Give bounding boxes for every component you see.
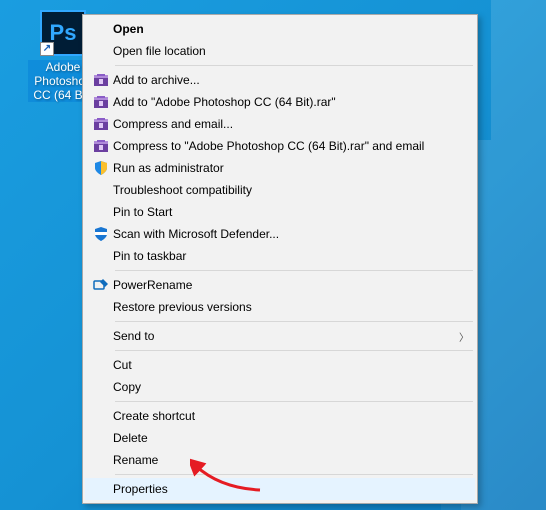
menu-cut[interactable]: Cut bbox=[85, 354, 475, 376]
menu-label: Troubleshoot compatibility bbox=[113, 183, 469, 197]
menu-label: Send to bbox=[113, 329, 459, 343]
winrar-icon bbox=[89, 116, 113, 132]
empty-icon bbox=[89, 379, 113, 395]
menu-label: Copy bbox=[113, 380, 469, 394]
empty-icon bbox=[89, 299, 113, 315]
menu-add-to-named-rar[interactable]: Add to "Adobe Photoshop CC (64 Bit).rar" bbox=[85, 91, 475, 113]
menu-separator bbox=[115, 350, 473, 351]
menu-add-to-archive[interactable]: Add to archive... bbox=[85, 69, 475, 91]
menu-label: Scan with Microsoft Defender... bbox=[113, 227, 469, 241]
menu-power-rename[interactable]: PowerRename bbox=[85, 274, 475, 296]
photoshop-icon: Ps ↗ bbox=[40, 10, 86, 56]
empty-icon bbox=[89, 430, 113, 446]
powerrename-icon bbox=[89, 277, 113, 293]
menu-label: Run as administrator bbox=[113, 161, 469, 175]
winrar-icon bbox=[89, 138, 113, 154]
defender-icon bbox=[89, 226, 113, 242]
menu-compress-named-email[interactable]: Compress to "Adobe Photoshop CC (64 Bit)… bbox=[85, 135, 475, 157]
menu-pin-to-start[interactable]: Pin to Start bbox=[85, 201, 475, 223]
menu-label: Restore previous versions bbox=[113, 300, 469, 314]
menu-label: Add to "Adobe Photoshop CC (64 Bit).rar" bbox=[113, 95, 469, 109]
empty-icon bbox=[89, 452, 113, 468]
empty-icon bbox=[89, 182, 113, 198]
empty-icon bbox=[89, 328, 113, 344]
menu-send-to[interactable]: Send to 〉 bbox=[85, 325, 475, 347]
menu-label: Cut bbox=[113, 358, 469, 372]
menu-pin-to-taskbar[interactable]: Pin to taskbar bbox=[85, 245, 475, 267]
menu-scan-defender[interactable]: Scan with Microsoft Defender... bbox=[85, 223, 475, 245]
shield-icon bbox=[89, 160, 113, 176]
menu-compress-email[interactable]: Compress and email... bbox=[85, 113, 475, 135]
menu-label: PowerRename bbox=[113, 278, 469, 292]
empty-icon bbox=[89, 357, 113, 373]
menu-separator bbox=[115, 65, 473, 66]
empty-icon bbox=[89, 204, 113, 220]
menu-rename[interactable]: Rename bbox=[85, 449, 475, 471]
menu-label: Compress to "Adobe Photoshop CC (64 Bit)… bbox=[113, 139, 469, 153]
menu-restore-previous-versions[interactable]: Restore previous versions bbox=[85, 296, 475, 318]
menu-delete[interactable]: Delete bbox=[85, 427, 475, 449]
menu-label: Properties bbox=[113, 482, 469, 496]
menu-troubleshoot-compatibility[interactable]: Troubleshoot compatibility bbox=[85, 179, 475, 201]
menu-properties[interactable]: Properties bbox=[85, 478, 475, 500]
winrar-icon bbox=[89, 72, 113, 88]
menu-run-as-administrator[interactable]: Run as administrator bbox=[85, 157, 475, 179]
menu-open-file-location[interactable]: Open file location bbox=[85, 40, 475, 62]
chevron-right-icon: 〉 bbox=[459, 329, 469, 344]
menu-open-label: Open bbox=[113, 22, 469, 36]
menu-label: Compress and email... bbox=[113, 117, 469, 131]
menu-separator bbox=[115, 321, 473, 322]
winrar-icon bbox=[89, 94, 113, 110]
menu-copy[interactable]: Copy bbox=[85, 376, 475, 398]
menu-label: Rename bbox=[113, 453, 469, 467]
menu-open[interactable]: Open bbox=[85, 18, 475, 40]
shortcut-arrow-badge: ↗ bbox=[40, 42, 54, 56]
menu-create-shortcut[interactable]: Create shortcut bbox=[85, 405, 475, 427]
menu-label: Delete bbox=[113, 431, 469, 445]
empty-icon bbox=[89, 408, 113, 424]
menu-separator bbox=[115, 270, 473, 271]
menu-separator bbox=[115, 474, 473, 475]
menu-label: Pin to taskbar bbox=[113, 249, 469, 263]
menu-separator bbox=[115, 401, 473, 402]
menu-label: Open file location bbox=[113, 44, 469, 58]
menu-label: Create shortcut bbox=[113, 409, 469, 423]
context-menu: Open Open file location Add to archive..… bbox=[82, 14, 478, 504]
empty-icon bbox=[89, 21, 113, 37]
empty-icon bbox=[89, 481, 113, 497]
menu-label: Pin to Start bbox=[113, 205, 469, 219]
empty-icon bbox=[89, 43, 113, 59]
menu-label: Add to archive... bbox=[113, 73, 469, 87]
empty-icon bbox=[89, 248, 113, 264]
